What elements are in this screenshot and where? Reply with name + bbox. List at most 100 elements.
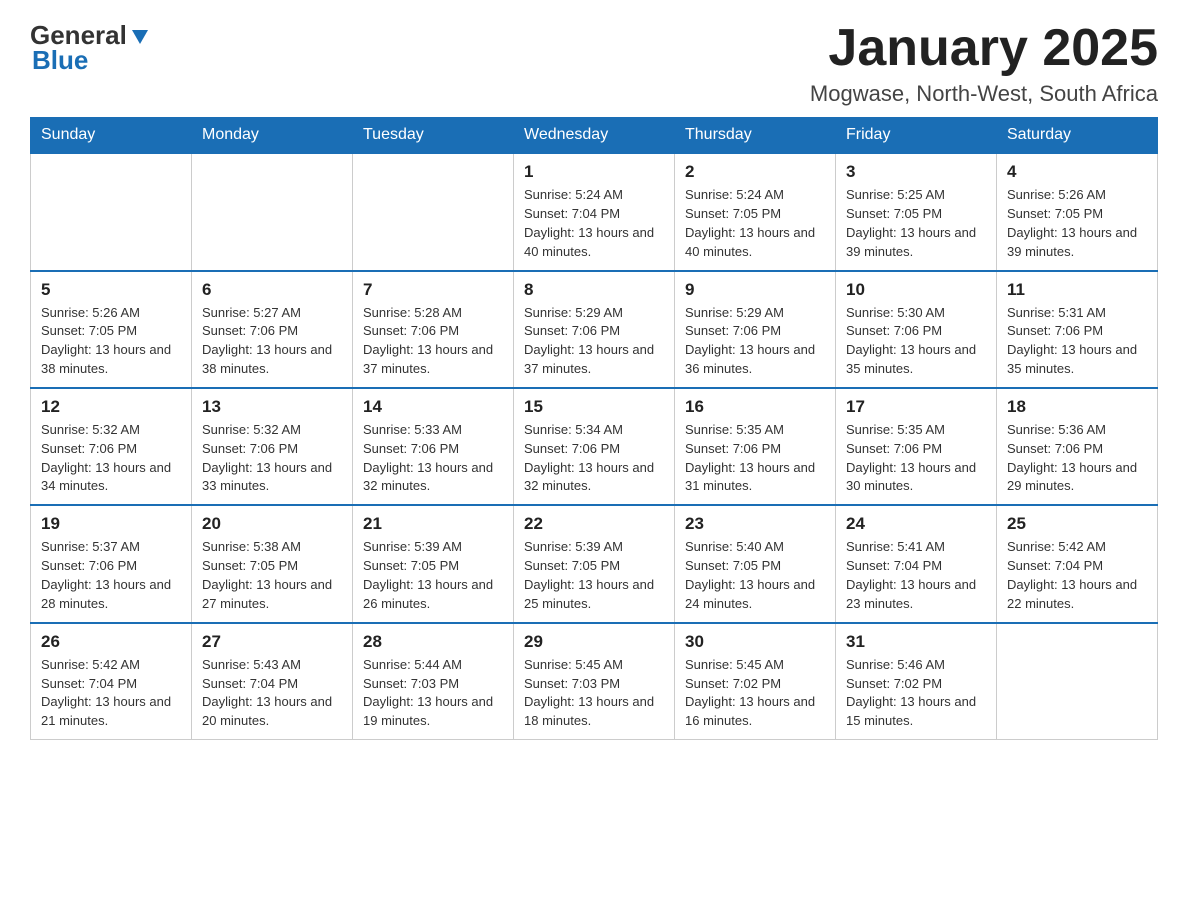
calendar-cell-w5-d1: 26 Sunrise: 5:42 AMSunset: 7:04 PMDayligh…: [31, 623, 192, 740]
calendar-header-row: Sunday Monday Tuesday Wednesday Thursday…: [31, 118, 1158, 154]
calendar-cell-w2-d3: 7Sunrise: 5:28 AMSunset: 7:06 PMDaylight…: [353, 271, 514, 388]
day-info: Sunrise: 5:27 AMSunset: 7:06 PMDaylight:…: [202, 304, 342, 379]
calendar-cell-w2-d1: 5 Sunrise: 5:26 AMSunset: 7:05 PMDaylight…: [31, 271, 192, 388]
week-row-4: 19Sunrise: 5:37 AMSunset: 7:06 PMDayligh…: [31, 505, 1158, 622]
calendar-cell-w2-d2: 6 Sunrise: 5:27 AMSunset: 7:06 PMDaylight…: [192, 271, 353, 388]
col-wednesday: Wednesday: [514, 118, 675, 154]
calendar-cell-w1-d2: [192, 153, 353, 270]
calendar-cell-w5-d7: [997, 623, 1158, 740]
day-number: 25: [1007, 514, 1147, 534]
day-number: 4: [1007, 162, 1147, 182]
day-number: 10: [846, 280, 986, 300]
calendar-cell-w2-d5: 9 Sunrise: 5:29 AMSunset: 7:06 PMDaylight…: [675, 271, 836, 388]
calendar-cell-w1-d5: 2 Sunrise: 5:24 AMSunset: 7:05 PMDaylight…: [675, 153, 836, 270]
calendar-cell-w2-d4: 8Sunrise: 5:29 AMSunset: 7:06 PMDaylight…: [514, 271, 675, 388]
day-info: Sunrise: 5:34 AMSunset: 7:06 PMDaylight:…: [524, 421, 664, 496]
day-number: 16: [685, 397, 825, 417]
calendar-table: Sunday Monday Tuesday Wednesday Thursday…: [30, 117, 1158, 740]
day-info: Sunrise: 5:40 AMSunset: 7:05 PMDaylight:…: [685, 538, 825, 613]
calendar-cell-w1-d7: 4 Sunrise: 5:26 AMSunset: 7:05 PMDaylight…: [997, 153, 1158, 270]
calendar-cell-w4-d5: 23 Sunrise: 5:40 AMSunset: 7:05 PMDayligh…: [675, 505, 836, 622]
calendar-cell-w5-d5: 30 Sunrise: 5:45 AMSunset: 7:02 PMDayligh…: [675, 623, 836, 740]
logo: General Blue: [30, 20, 151, 76]
day-info: Sunrise: 5:35 AMSunset: 7:06 PMDaylight:…: [846, 421, 986, 496]
day-number: 7: [363, 280, 503, 300]
week-row-5: 26 Sunrise: 5:42 AMSunset: 7:04 PMDayligh…: [31, 623, 1158, 740]
calendar-cell-w5-d3: 28 Sunrise: 5:44 AMSunset: 7:03 PMDayligh…: [353, 623, 514, 740]
day-number: 27: [202, 632, 342, 652]
calendar-cell-w2-d6: 10 Sunrise: 5:30 AMSunset: 7:06 PMDayligh…: [836, 271, 997, 388]
day-info: Sunrise: 5:45 AMSunset: 7:02 PMDaylight:…: [685, 656, 825, 731]
day-info: Sunrise: 5:36 AMSunset: 7:06 PMDaylight:…: [1007, 421, 1147, 496]
day-number: 22: [524, 514, 664, 534]
day-number: 12: [41, 397, 181, 417]
day-info: Sunrise: 5:25 AMSunset: 7:05 PMDaylight:…: [846, 186, 986, 261]
day-info: Sunrise: 5:46 AMSunset: 7:02 PMDaylight:…: [846, 656, 986, 731]
day-info: Sunrise: 5:26 AMSunset: 7:05 PMDaylight:…: [41, 304, 181, 379]
day-info: Sunrise: 5:39 AMSunset: 7:05 PMDaylight:…: [363, 538, 503, 613]
col-tuesday: Tuesday: [353, 118, 514, 154]
day-number: 3: [846, 162, 986, 182]
day-info: Sunrise: 5:24 AMSunset: 7:04 PMDaylight:…: [524, 186, 664, 261]
day-number: 29: [524, 632, 664, 652]
day-number: 20: [202, 514, 342, 534]
calendar-cell-w3-d3: 14Sunrise: 5:33 AMSunset: 7:06 PMDayligh…: [353, 388, 514, 505]
calendar-cell-w5-d6: 31Sunrise: 5:46 AMSunset: 7:02 PMDayligh…: [836, 623, 997, 740]
title-block: January 2025 Mogwase, North-West, South …: [810, 20, 1158, 107]
day-info: Sunrise: 5:41 AMSunset: 7:04 PMDaylight:…: [846, 538, 986, 613]
day-info: Sunrise: 5:31 AMSunset: 7:06 PMDaylight:…: [1007, 304, 1147, 379]
day-info: Sunrise: 5:30 AMSunset: 7:06 PMDaylight:…: [846, 304, 986, 379]
calendar-cell-w2-d7: 11Sunrise: 5:31 AMSunset: 7:06 PMDayligh…: [997, 271, 1158, 388]
logo-triangle-icon: [129, 26, 151, 48]
day-number: 5: [41, 280, 181, 300]
day-number: 23: [685, 514, 825, 534]
day-info: Sunrise: 5:45 AMSunset: 7:03 PMDaylight:…: [524, 656, 664, 731]
week-row-2: 5 Sunrise: 5:26 AMSunset: 7:05 PMDaylight…: [31, 271, 1158, 388]
day-info: Sunrise: 5:29 AMSunset: 7:06 PMDaylight:…: [685, 304, 825, 379]
day-info: Sunrise: 5:29 AMSunset: 7:06 PMDaylight:…: [524, 304, 664, 379]
col-saturday: Saturday: [997, 118, 1158, 154]
day-number: 30: [685, 632, 825, 652]
logo-blue-text: Blue: [32, 45, 88, 76]
day-info: Sunrise: 5:42 AMSunset: 7:04 PMDaylight:…: [1007, 538, 1147, 613]
day-number: 14: [363, 397, 503, 417]
day-info: Sunrise: 5:35 AMSunset: 7:06 PMDaylight:…: [685, 421, 825, 496]
calendar-cell-w4-d3: 21 Sunrise: 5:39 AMSunset: 7:05 PMDayligh…: [353, 505, 514, 622]
page-header: General Blue January 2025 Mogwase, North…: [30, 20, 1158, 107]
day-number: 17: [846, 397, 986, 417]
week-row-1: 1Sunrise: 5:24 AMSunset: 7:04 PMDaylight…: [31, 153, 1158, 270]
calendar-cell-w1-d1: [31, 153, 192, 270]
calendar-title: January 2025: [810, 20, 1158, 77]
day-info: Sunrise: 5:26 AMSunset: 7:05 PMDaylight:…: [1007, 186, 1147, 261]
calendar-cell-w5-d4: 29 Sunrise: 5:45 AMSunset: 7:03 PMDayligh…: [514, 623, 675, 740]
calendar-cell-w4-d7: 25 Sunrise: 5:42 AMSunset: 7:04 PMDayligh…: [997, 505, 1158, 622]
day-number: 21: [363, 514, 503, 534]
calendar-cell-w4-d4: 22Sunrise: 5:39 AMSunset: 7:05 PMDayligh…: [514, 505, 675, 622]
calendar-cell-w3-d4: 15Sunrise: 5:34 AMSunset: 7:06 PMDayligh…: [514, 388, 675, 505]
calendar-cell-w4-d2: 20 Sunrise: 5:38 AMSunset: 7:05 PMDayligh…: [192, 505, 353, 622]
day-number: 6: [202, 280, 342, 300]
calendar-location: Mogwase, North-West, South Africa: [810, 81, 1158, 107]
calendar-cell-w1-d4: 1Sunrise: 5:24 AMSunset: 7:04 PMDaylight…: [514, 153, 675, 270]
day-number: 24: [846, 514, 986, 534]
week-row-3: 12 Sunrise: 5:32 AMSunset: 7:06 PMDayligh…: [31, 388, 1158, 505]
day-number: 9: [685, 280, 825, 300]
col-thursday: Thursday: [675, 118, 836, 154]
calendar-cell-w3-d6: 17 Sunrise: 5:35 AMSunset: 7:06 PMDayligh…: [836, 388, 997, 505]
calendar-cell-w4-d1: 19Sunrise: 5:37 AMSunset: 7:06 PMDayligh…: [31, 505, 192, 622]
day-number: 2: [685, 162, 825, 182]
day-info: Sunrise: 5:32 AMSunset: 7:06 PMDaylight:…: [41, 421, 181, 496]
day-info: Sunrise: 5:24 AMSunset: 7:05 PMDaylight:…: [685, 186, 825, 261]
calendar-cell-w3-d2: 13Sunrise: 5:32 AMSunset: 7:06 PMDayligh…: [192, 388, 353, 505]
calendar-cell-w1-d3: [353, 153, 514, 270]
day-number: 28: [363, 632, 503, 652]
col-sunday: Sunday: [31, 118, 192, 154]
day-number: 26: [41, 632, 181, 652]
day-info: Sunrise: 5:44 AMSunset: 7:03 PMDaylight:…: [363, 656, 503, 731]
day-info: Sunrise: 5:38 AMSunset: 7:05 PMDaylight:…: [202, 538, 342, 613]
calendar-cell-w1-d6: 3 Sunrise: 5:25 AMSunset: 7:05 PMDaylight…: [836, 153, 997, 270]
calendar-cell-w3-d1: 12 Sunrise: 5:32 AMSunset: 7:06 PMDayligh…: [31, 388, 192, 505]
day-number: 13: [202, 397, 342, 417]
col-friday: Friday: [836, 118, 997, 154]
day-info: Sunrise: 5:42 AMSunset: 7:04 PMDaylight:…: [41, 656, 181, 731]
